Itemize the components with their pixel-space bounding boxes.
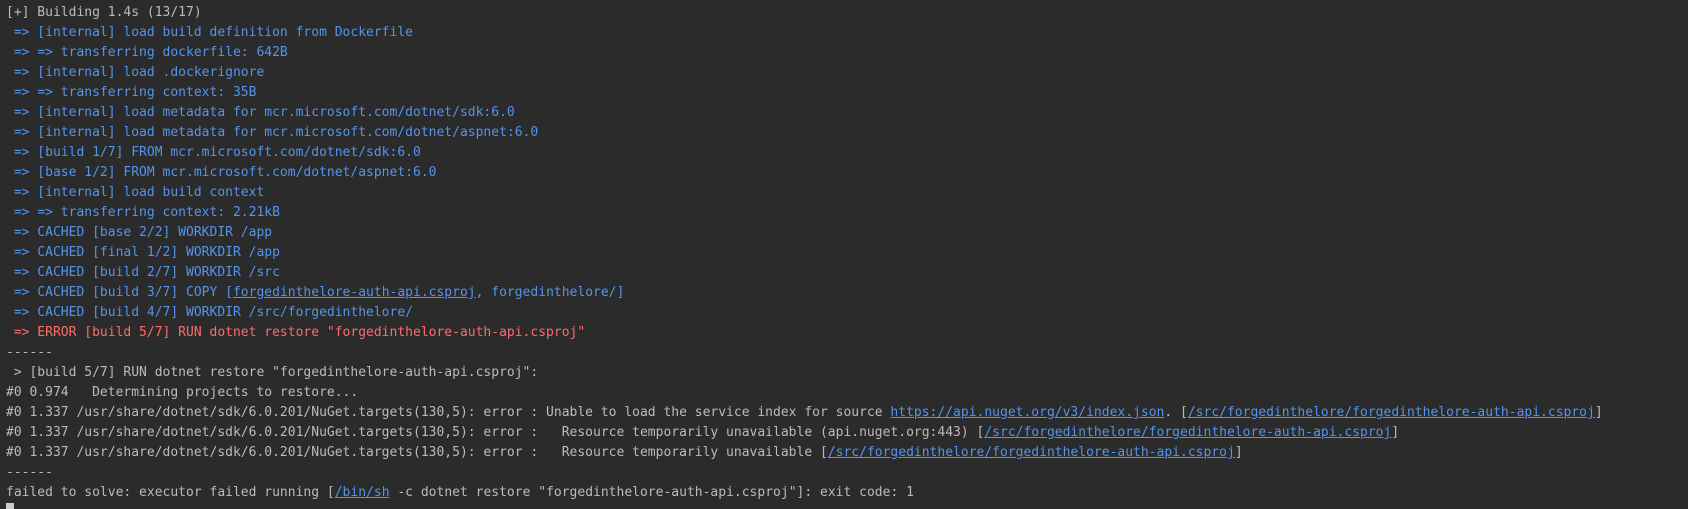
error-detail-line: #0 1.337 /usr/share/dotnet/sdk/6.0.201/N… [6,443,1603,463]
nuget-index-url-link[interactable]: https://api.nuget.org/v3/index.json [890,405,1164,420]
build-step-line: => => transferring context: 2.21kB [6,205,280,220]
csproj-path-link[interactable]: /src/forgedinthelore/forgedinthelore-aut… [984,425,1391,440]
copy-step-prefix: => CACHED [build 3/7] COPY [ [6,285,233,300]
detail-end: ] [1594,405,1603,420]
detail-middle: . [ [1164,405,1188,420]
csproj-path-link[interactable]: /src/forgedinthelore/forgedinthelore-aut… [1188,405,1595,420]
build-step-line: => [internal] load build context [6,185,265,200]
build-step-line: => [internal] load metadata for mcr.micr… [6,125,539,140]
detail-prefix: #0 1.337 /usr/share/dotnet/sdk/6.0.201/N… [6,445,828,460]
build-step-line: => [build 1/7] FROM mcr.microsoft.com/do… [6,145,421,160]
build-step-line: => => transferring context: 35B [6,85,257,100]
build-step-line: => CACHED [base 2/2] WORKDIR /app [6,225,273,240]
failed-suffix: -c dotnet restore "forgedinthelore-auth-… [389,485,914,500]
error-detail-line: #0 0.974 Determining projects to restore… [6,385,359,400]
separator-line: ------ [6,465,53,480]
csproj-file-link[interactable]: forgedinthelore-auth-api.csproj [233,285,476,300]
build-step-line: => [internal] load .dockerignore [6,65,265,80]
detail-end: ] [1234,445,1243,460]
build-step-line: => [internal] load metadata for mcr.micr… [6,105,515,120]
error-detail-line: #0 1.337 /usr/share/dotnet/sdk/6.0.201/N… [6,423,1603,443]
build-step-line: => CACHED [build 2/7] WORKDIR /src [6,265,280,280]
build-progress-header: [+] Building 1.4s (13/17) [6,5,202,20]
detail-prefix: #0 1.337 /usr/share/dotnet/sdk/6.0.201/N… [6,405,891,420]
text-cursor-icon [6,503,14,509]
error-detail-line: #0 1.337 /usr/share/dotnet/sdk/6.0.201/N… [6,403,1603,423]
build-step-line: => CACHED [build 4/7] WORKDIR /src/forge… [6,305,413,320]
bin-sh-link[interactable]: /bin/sh [335,485,390,500]
error-detail-header: > [build 5/7] RUN dotnet restore "forged… [6,365,539,380]
terminal-lines: [+] Building 1.4s (13/17) => [internal] … [6,3,1603,509]
prompt-line[interactable] [6,503,1603,509]
build-step-line: => [base 1/2] FROM mcr.microsoft.com/dot… [6,165,437,180]
terminal-output[interactable]: [+] Building 1.4s (13/17) => [internal] … [0,0,1688,509]
failed-to-solve-line: failed to solve: executor failed running… [6,483,1603,503]
copy-step-suffix: , forgedinthelore/] [475,285,625,300]
build-step-line: => => transferring dockerfile: 642B [6,45,288,60]
detail-end: ] [1391,425,1400,440]
build-step-copy-line: => CACHED [build 3/7] COPY [forgedinthel… [6,283,1603,303]
separator-line: ------ [6,345,53,360]
detail-prefix: #0 1.337 /usr/share/dotnet/sdk/6.0.201/N… [6,425,985,440]
failed-prefix: failed to solve: executor failed running… [6,485,335,500]
build-step-line: => [internal] load build definition from… [6,25,413,40]
csproj-path-link[interactable]: /src/forgedinthelore/forgedinthelore-aut… [828,445,1235,460]
error-step-line: => ERROR [build 5/7] RUN dotnet restore … [6,325,586,340]
build-step-line: => CACHED [final 1/2] WORKDIR /app [6,245,280,260]
